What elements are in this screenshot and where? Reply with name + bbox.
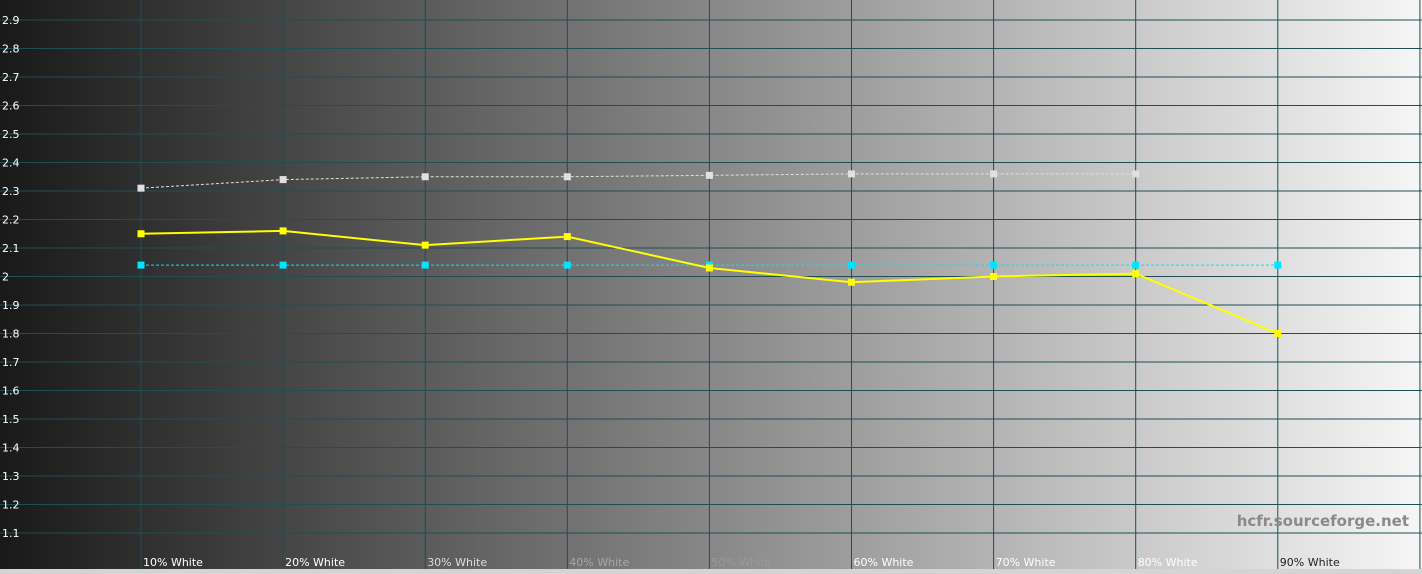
data-point bbox=[563, 233, 571, 241]
y-tick-label: 2.5 bbox=[2, 128, 20, 141]
data-point bbox=[421, 241, 429, 249]
data-point bbox=[279, 176, 287, 184]
data-point bbox=[279, 227, 287, 235]
y-tick-label: 2.1 bbox=[2, 242, 20, 255]
chart-background bbox=[0, 0, 1422, 574]
x-tick-label: 10% White bbox=[143, 556, 203, 569]
data-point bbox=[848, 278, 855, 286]
data-point bbox=[1132, 261, 1140, 269]
gamma-chart: 1.1 1.2 1.3 1.4 1.5 1.6 1.7 1.8 1.9 2 2.1 2.2 2.3 2.4… bbox=[0, 0, 1422, 574]
data-point bbox=[279, 261, 287, 269]
data-point bbox=[563, 261, 571, 269]
x-tick-label: 40% White bbox=[569, 556, 629, 569]
data-point bbox=[990, 273, 998, 280]
y-tick-label: 1.9 bbox=[2, 299, 20, 312]
data-point bbox=[1132, 270, 1140, 278]
watermark-text: hcfr.sourceforge.net bbox=[1237, 512, 1409, 530]
data-point bbox=[137, 261, 145, 269]
y-tick-label: 1.3 bbox=[2, 470, 20, 483]
x-tick-label: 70% White bbox=[996, 556, 1056, 569]
data-point bbox=[421, 173, 429, 181]
y-tick-label: 1.8 bbox=[2, 328, 20, 341]
y-tick-label: 1.1 bbox=[2, 527, 20, 540]
data-point bbox=[1274, 261, 1282, 269]
y-tick-label: 1.5 bbox=[2, 413, 20, 426]
data-point bbox=[137, 184, 145, 192]
data-point bbox=[1132, 170, 1140, 178]
data-point bbox=[848, 261, 855, 269]
y-tick-label: 2.7 bbox=[2, 71, 20, 84]
x-tick-label: 90% White bbox=[1280, 556, 1340, 569]
y-tick-label: 2.4 bbox=[2, 157, 20, 170]
y-tick-label: 1.4 bbox=[2, 442, 20, 455]
y-tick-label: 2.3 bbox=[2, 185, 20, 198]
data-point bbox=[705, 264, 713, 272]
bottom-frame-strip bbox=[0, 569, 1422, 574]
y-tick-label: 2.6 bbox=[2, 100, 20, 113]
x-tick-label: 30% White bbox=[427, 556, 487, 569]
y-tick-label: 1.7 bbox=[2, 356, 20, 369]
x-axis-ticks: 10% White 20% White 30% White 40% White 50% … bbox=[143, 556, 1340, 569]
data-point bbox=[563, 173, 571, 181]
y-tick-label: 2.8 bbox=[2, 43, 20, 56]
y-tick-label: 2.2 bbox=[2, 214, 20, 227]
y-tick-label: 1.2 bbox=[2, 499, 20, 512]
data-point bbox=[848, 170, 855, 178]
data-point bbox=[990, 261, 998, 269]
y-tick-label: 1.6 bbox=[2, 385, 20, 398]
data-point bbox=[421, 261, 429, 269]
x-tick-label: 20% White bbox=[285, 556, 345, 569]
data-point bbox=[1274, 330, 1282, 337]
y-tick-label: 2.9 bbox=[2, 14, 20, 27]
x-tick-label: 60% White bbox=[854, 556, 914, 569]
x-tick-label: 50% White bbox=[711, 556, 771, 569]
y-tick-label: 2 bbox=[2, 271, 9, 284]
x-tick-label: 80% White bbox=[1138, 556, 1198, 569]
data-point bbox=[990, 170, 998, 178]
data-point bbox=[137, 230, 145, 238]
data-point bbox=[705, 171, 713, 179]
chart-canvas: 1.1 1.2 1.3 1.4 1.5 1.6 1.7 1.8 1.9 2 2.1 2.2 2.3 2.4… bbox=[0, 0, 1422, 574]
